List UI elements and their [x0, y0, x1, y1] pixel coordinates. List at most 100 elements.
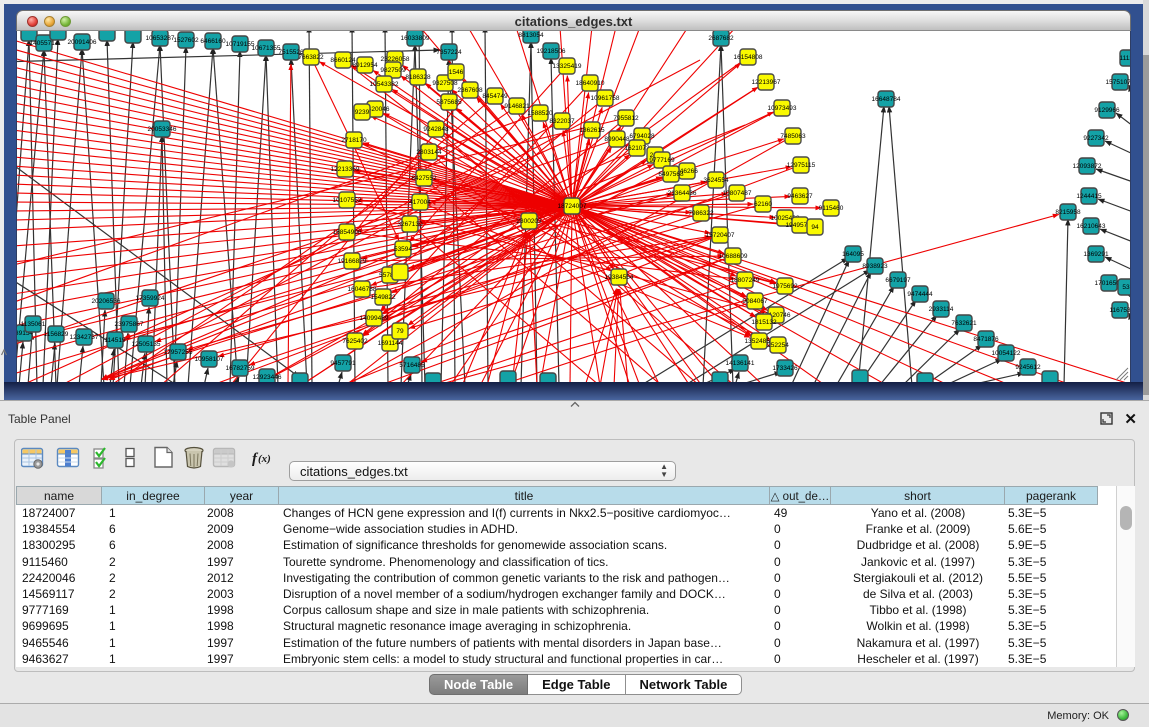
svg-text:2718170: 2718170 — [341, 137, 367, 144]
svg-text:2803144: 2803144 — [416, 149, 442, 156]
svg-text:14136141: 14136141 — [726, 360, 755, 367]
svg-text:20053346: 20053346 — [148, 126, 177, 133]
svg-text:10958107: 10958107 — [195, 356, 224, 363]
svg-text:10543382: 10543382 — [370, 81, 399, 88]
svg-text:2300203: 2300203 — [516, 218, 542, 225]
svg-text:9327508: 9327508 — [432, 80, 458, 87]
svg-text:114519: 114519 — [104, 337, 126, 344]
svg-text:8322037: 8322037 — [549, 118, 575, 125]
svg-text:116753: 116753 — [1109, 307, 1130, 314]
svg-text:19166829: 19166829 — [338, 258, 367, 265]
svg-text:3267130: 3267130 — [397, 221, 423, 228]
svg-text:8813054: 8813054 — [518, 32, 544, 39]
svg-text:6679197: 6679197 — [885, 277, 911, 284]
svg-text:12093872: 12093872 — [1073, 163, 1102, 170]
svg-text:14055714: 14055714 — [30, 40, 59, 47]
svg-text:(x): (x) — [258, 453, 271, 465]
svg-text:3624554: 3624554 — [703, 177, 729, 184]
svg-text:1362615: 1362615 — [579, 127, 605, 134]
svg-text:1527602: 1527602 — [173, 37, 199, 44]
svg-text:2367608: 2367608 — [457, 87, 483, 94]
svg-text:62160: 62160 — [754, 201, 772, 208]
svg-text:1546: 1546 — [449, 69, 464, 76]
svg-text:18640910: 18640910 — [576, 80, 605, 87]
svg-text:16648784: 16648784 — [872, 96, 901, 103]
svg-text:9115460: 9115460 — [819, 205, 844, 212]
svg-text:10973493: 10973493 — [768, 105, 797, 112]
svg-text:53594: 53594 — [394, 246, 412, 253]
svg-text:7625402: 7625402 — [342, 338, 368, 345]
svg-text:21364436: 21364436 — [668, 190, 697, 197]
svg-text:17359924: 17359924 — [136, 295, 165, 302]
svg-text:20206536: 20206536 — [92, 298, 121, 305]
svg-text:8938923: 8938923 — [862, 263, 888, 270]
svg-text:9227342: 9227342 — [1083, 135, 1109, 142]
svg-text:9777169: 9777169 — [649, 157, 675, 164]
svg-text:9245612: 9245612 — [1015, 364, 1041, 371]
svg-text:2687682: 2687682 — [708, 35, 734, 42]
svg-text:8990448: 8990448 — [604, 136, 630, 143]
svg-text:12213967: 12213967 — [752, 79, 781, 86]
svg-text:15751074: 15751074 — [1106, 79, 1130, 86]
svg-text:7986322: 7986322 — [688, 210, 714, 217]
svg-text:16854906: 16854906 — [333, 229, 362, 236]
svg-text:8186328: 8186328 — [405, 74, 431, 81]
svg-text:5716485: 5716485 — [399, 362, 425, 369]
svg-text:12923446: 12923446 — [253, 374, 282, 381]
svg-text:10054122: 10054122 — [992, 350, 1021, 357]
svg-text:6497568: 6497568 — [658, 171, 684, 178]
svg-text:5875685: 5875685 — [436, 99, 462, 106]
svg-text:6794028: 6794028 — [629, 133, 655, 140]
svg-text:9129966: 9129966 — [1094, 107, 1120, 114]
svg-text:9457791: 9457791 — [330, 360, 356, 367]
svg-text:79: 79 — [396, 328, 404, 335]
svg-text:20091406: 20091406 — [68, 39, 97, 46]
svg-text:7632621: 7632621 — [951, 320, 977, 327]
svg-text:8454749: 8454749 — [482, 93, 508, 100]
svg-text:8215958: 8215958 — [1055, 209, 1081, 216]
svg-text:8912954: 8912954 — [352, 62, 378, 69]
svg-text:9146821: 9146821 — [504, 103, 530, 110]
svg-text:16046788: 16046788 — [348, 286, 377, 293]
svg-text:7663822: 7663822 — [298, 54, 324, 61]
svg-text:94: 94 — [811, 224, 819, 231]
svg-text:13325419: 13325419 — [553, 63, 582, 70]
svg-text:15720407: 15720407 — [706, 232, 735, 239]
svg-text:7485063: 7485063 — [780, 133, 806, 140]
svg-text:9474444: 9474444 — [907, 291, 933, 298]
svg-text:9827509: 9827509 — [380, 67, 406, 74]
svg-text:16210643: 16210643 — [1077, 223, 1106, 230]
svg-text:19384554: 19384554 — [605, 274, 634, 281]
svg-text:7955812: 7955812 — [613, 115, 639, 122]
svg-text:10653287: 10653287 — [146, 35, 175, 42]
svg-text:10961758: 10961758 — [591, 95, 620, 102]
svg-text:53: 53 — [1122, 284, 1130, 291]
svg-text:23975867: 23975867 — [115, 321, 144, 328]
svg-text:18807249: 18807249 — [731, 277, 760, 284]
svg-text:417004: 417004 — [409, 199, 431, 206]
svg-text:1549822: 1549822 — [370, 294, 396, 301]
svg-text:1691144: 1691144 — [378, 340, 403, 347]
svg-text:9084067: 9084067 — [742, 298, 768, 305]
svg-text:12975115: 12975115 — [787, 162, 816, 169]
svg-text:17957255: 17957255 — [164, 349, 193, 356]
svg-text:10719155: 10719155 — [226, 41, 255, 48]
svg-text:10807487: 10807487 — [723, 190, 752, 197]
svg-text:1733426: 1733426 — [772, 365, 798, 372]
svg-text:1244415: 1244415 — [1076, 193, 1102, 200]
svg-text:14099489: 14099489 — [360, 315, 389, 322]
svg-text:16154808: 16154808 — [734, 54, 763, 61]
svg-text:10688609: 10688609 — [719, 253, 748, 260]
svg-text:7357224: 7357224 — [436, 49, 462, 56]
svg-text:1975692: 1975692 — [772, 283, 798, 290]
svg-text:18724007: 18724007 — [558, 203, 587, 210]
svg-text:9239: 9239 — [355, 109, 370, 116]
svg-text:9242848: 9242848 — [423, 126, 449, 133]
svg-text:11121: 11121 — [1119, 55, 1130, 62]
svg-text:10107552: 10107552 — [333, 197, 362, 204]
svg-text:9463627: 9463627 — [787, 193, 813, 200]
svg-text:1369291: 1369291 — [1083, 251, 1109, 258]
svg-text:10671355: 10671355 — [252, 45, 281, 52]
svg-text:8471876: 8471876 — [973, 336, 999, 343]
svg-text:1156829: 1156829 — [44, 331, 69, 338]
